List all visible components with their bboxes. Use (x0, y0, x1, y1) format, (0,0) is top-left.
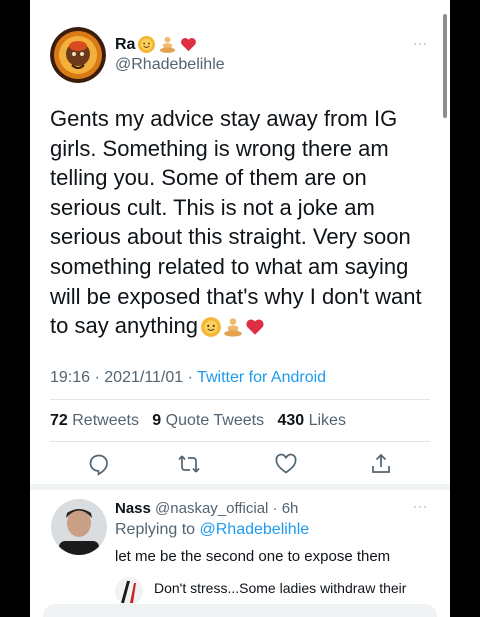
tweet-text: Gents my advice stay away from IG girls.… (50, 106, 422, 339)
reply-header: Nass @naskay_official · 6h (115, 500, 298, 517)
sun-emoji-icon (138, 35, 156, 54)
likes-count: 430 (277, 412, 305, 429)
scrollbar[interactable] (443, 14, 447, 118)
display-name[interactable]: Ra (115, 35, 198, 54)
next-reply-avatar[interactable] (115, 577, 143, 605)
divider (50, 399, 430, 400)
red-heart-emoji-icon (181, 38, 197, 52)
red-heart-emoji-icon (246, 319, 264, 336)
retweet-icon[interactable] (177, 452, 201, 476)
user-handle[interactable]: @Rhadebelihle (115, 56, 225, 74)
tweet-time[interactable]: 19:16 (50, 369, 90, 386)
meditating-emoji-icon (160, 36, 176, 53)
divider (50, 441, 430, 442)
reply-avatar[interactable] (51, 499, 107, 555)
tweet-source[interactable]: Twitter for Android (197, 369, 326, 386)
replying-to-line: Replying to @Rhadebelihle (115, 521, 309, 539)
share-icon[interactable] (369, 452, 393, 476)
reply-display-name[interactable]: Nass (115, 500, 151, 517)
reply-text: let me be the second one to expose them (115, 548, 391, 565)
meta-separator: · (94, 369, 105, 386)
tweet-screen: Ra @Rhadebelihle ··· Gents my advice sta… (30, 0, 450, 617)
retweets-label: Retweets (72, 412, 139, 429)
next-reply-text: Don't stress...Some ladies withdraw thei… (154, 580, 407, 596)
reply-icon[interactable] (87, 452, 111, 476)
quotes-stat[interactable]: 9 Quote Tweets (152, 412, 264, 429)
retweets-count: 72 (50, 412, 68, 429)
reply-age: 6h (281, 500, 299, 517)
likes-stat[interactable]: 430 Likes (277, 412, 346, 429)
meta-separator: · (187, 369, 198, 386)
reply-separator: · (268, 500, 282, 517)
retweets-stat[interactable]: 72 Retweets (50, 412, 139, 429)
quotes-label: Quote Tweets (165, 412, 265, 429)
section-separator (30, 484, 450, 490)
tweet-meta: 19:16 · 2021/11/01 · Twitter for Android (50, 369, 326, 387)
more-options-icon[interactable]: ··· (413, 36, 428, 50)
profile-avatar[interactable] (50, 27, 106, 83)
quotes-count: 9 (152, 412, 162, 429)
sun-emoji-icon (201, 317, 221, 338)
tweet-date[interactable]: 2021/11/01 (104, 369, 183, 386)
display-name-text: Ra (115, 35, 136, 53)
likes-label: Likes (308, 412, 346, 429)
tweet-body: Gents my advice stay away from IG girls.… (50, 104, 435, 341)
meditating-emoji-icon (224, 318, 242, 338)
tweet-stats: 72 Retweets 9 Quote Tweets 430 Likes (50, 412, 346, 430)
replying-to-handle[interactable]: @Rhadebelihle (200, 521, 310, 538)
reply-handle[interactable]: @naskay_official (155, 500, 268, 517)
replying-prefix: Replying to (115, 521, 196, 538)
reply-more-options-icon[interactable]: ··· (413, 499, 428, 513)
like-icon[interactable] (274, 452, 298, 476)
compose-reply-bar[interactable] (43, 604, 437, 617)
action-bar (30, 452, 450, 480)
